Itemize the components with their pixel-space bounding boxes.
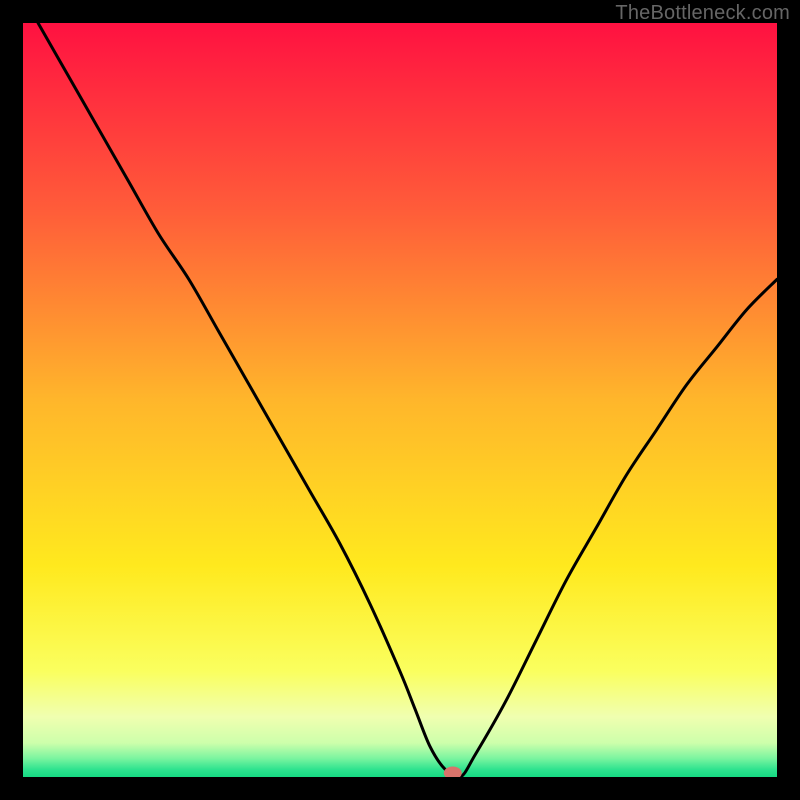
chart-frame: TheBottleneck.com — [0, 0, 800, 800]
watermark-text: TheBottleneck.com — [615, 2, 790, 25]
plot-svg — [23, 23, 777, 777]
gradient-background — [23, 23, 777, 777]
plot-area — [23, 23, 777, 777]
